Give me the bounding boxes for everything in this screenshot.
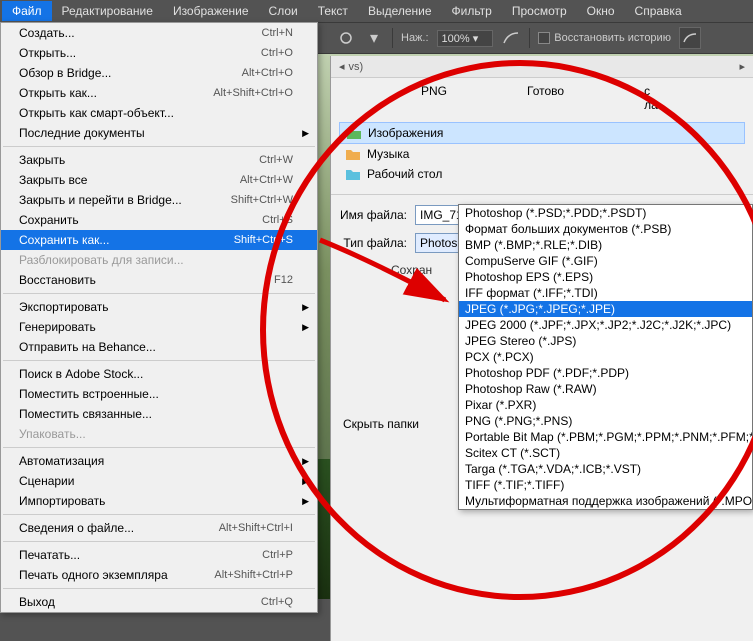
format-option[interactable]: BMP (*.BMP;*.RLE;*.DIB) [459,237,752,253]
menu-item[interactable]: Открыть как смарт-объект... [1,103,317,123]
filetype-label: Тип файла: [339,236,407,250]
pressure-select[interactable]: 100% ▾ [437,30,494,47]
menu-item[interactable]: Печать одного экземпляраAlt+Shift+Ctrl+P [1,565,317,585]
dialog-status-row: PNG Готово с ла [331,78,753,118]
menu-item[interactable]: Обзор в Bridge...Alt+Ctrl+O [1,63,317,83]
menu-item[interactable]: Открыть...Ctrl+O [1,43,317,63]
menu-item[interactable]: СохранитьCtrl+S [1,210,317,230]
format-option[interactable]: JPEG Stereo (*.JPS) [459,333,752,349]
restore-history-label: Восстановить историю [554,32,671,44]
menu-item[interactable]: Сохранить как...Shift+Ctrl+S [1,230,317,250]
menu-item[interactable]: Последние документы▶ [1,123,317,143]
menu-item[interactable]: Импортировать▶ [1,491,317,511]
format-option[interactable]: PCX (*.PCX) [459,349,752,365]
dialog-path-tab[interactable]: ◂ vs) ▸ [331,56,753,78]
format-option[interactable]: Мультиформатная поддержка изображений (*… [459,493,752,509]
brush-icon[interactable] [336,28,356,48]
filetype-dropdown-list: Photoshop (*.PSD;*.PDD;*.PSDT)Формат бол… [458,204,753,510]
format-option[interactable]: Формат больших документов (*.PSB) [459,221,752,237]
menu-item: Упаковать... [1,424,317,444]
format-option[interactable]: Scitex CT (*.SCT) [459,445,752,461]
filename-label: Имя файла: [339,208,407,222]
chevron-right-icon[interactable]: ▸ [739,60,745,73]
menubar-edit[interactable]: Редактирование [52,1,163,21]
menubar-window[interactable]: Окно [577,1,625,21]
menu-item[interactable]: Открыть как...Alt+Shift+Ctrl+O [1,83,317,103]
status-extra: с ла [644,84,663,112]
menubar-filter[interactable]: Фильтр [442,1,502,21]
format-option[interactable]: TIFF (*.TIF;*.TIFF) [459,477,752,493]
folder-list: ИзображенияМузыкаРабочий стол [331,118,753,188]
tablet-toggle-button[interactable] [679,27,701,49]
format-option[interactable]: Portable Bit Map (*.PBM;*.PGM;*.PPM;*.PN… [459,429,752,445]
menu-item[interactable]: Отправить на Behance... [1,337,317,357]
restore-history-option[interactable]: Восстановить историю [538,32,671,44]
menu-item[interactable]: Поместить связанные... [1,404,317,424]
format-option[interactable]: Targa (*.TGA;*.VDA;*.ICB;*.VST) [459,461,752,477]
dropdown-icon[interactable]: ▾ [364,28,384,48]
format-option[interactable]: Photoshop (*.PSD;*.PDD;*.PSDT) [459,205,752,221]
menubar-file[interactable]: Файл [2,1,52,21]
format-option[interactable]: Photoshop PDF (*.PDF;*.PDP) [459,365,752,381]
folder-item[interactable]: Изображения [339,122,745,144]
menubar-text[interactable]: Текст [308,1,358,21]
menu-item[interactable]: Автоматизация▶ [1,451,317,471]
status-format: PNG [421,84,447,112]
menubar-select[interactable]: Выделение [358,1,442,21]
format-option[interactable]: Photoshop EPS (*.EPS) [459,269,752,285]
menu-item[interactable]: ВыходCtrl+Q [1,592,317,612]
menubar: Файл Редактирование Изображение Слои Тек… [0,0,753,22]
menubar-layers[interactable]: Слои [259,1,308,21]
menu-item[interactable]: Закрыть и перейти в Bridge...Shift+Ctrl+… [1,190,317,210]
menubar-image[interactable]: Изображение [163,1,259,21]
format-option[interactable]: PNG (*.PNG;*.PNS) [459,413,752,429]
menu-item[interactable]: Закрыть всеAlt+Ctrl+W [1,170,317,190]
menu-item[interactable]: Экспортировать▶ [1,297,317,317]
chevron-left-icon[interactable]: ◂ [339,60,345,73]
pressure-label: Наж.: [401,32,429,44]
file-menu-dropdown: Создать...Ctrl+NОткрыть...Ctrl+OОбзор в … [0,22,318,613]
tablet-pressure-icon[interactable] [501,28,521,48]
menubar-help[interactable]: Справка [625,1,692,21]
menu-item[interactable]: Поиск в Adobe Stock... [1,364,317,384]
menu-item: Разблокировать для записи... [1,250,317,270]
restore-history-checkbox[interactable] [538,32,550,44]
menu-item[interactable]: Поместить встроенные... [1,384,317,404]
menu-item[interactable]: ВосстановитьF12 [1,270,317,290]
status-state: Готово [527,84,564,112]
menu-item[interactable]: Сведения о файле...Alt+Shift+Ctrl+I [1,518,317,538]
format-option[interactable]: IFF формат (*.IFF;*.TDI) [459,285,752,301]
folder-item[interactable]: Рабочий стол [339,164,745,184]
menu-item[interactable]: Создать...Ctrl+N [1,23,317,43]
format-option[interactable]: JPEG 2000 (*.JPF;*.JPX;*.JP2;*.J2C;*.J2K… [459,317,752,333]
format-option[interactable]: Photoshop Raw (*.RAW) [459,381,752,397]
format-option[interactable]: Pixar (*.PXR) [459,397,752,413]
menu-item[interactable]: Генерировать▶ [1,317,317,337]
folder-item[interactable]: Музыка [339,144,745,164]
format-option[interactable]: CompuServe GIF (*.GIF) [459,253,752,269]
format-option[interactable]: JPEG (*.JPG;*.JPEG;*.JPE) [459,301,752,317]
menubar-view[interactable]: Просмотр [502,1,577,21]
menu-item[interactable]: Сценарии▶ [1,471,317,491]
menu-item[interactable]: ЗакрытьCtrl+W [1,150,317,170]
menu-item[interactable]: Печатать...Ctrl+P [1,545,317,565]
